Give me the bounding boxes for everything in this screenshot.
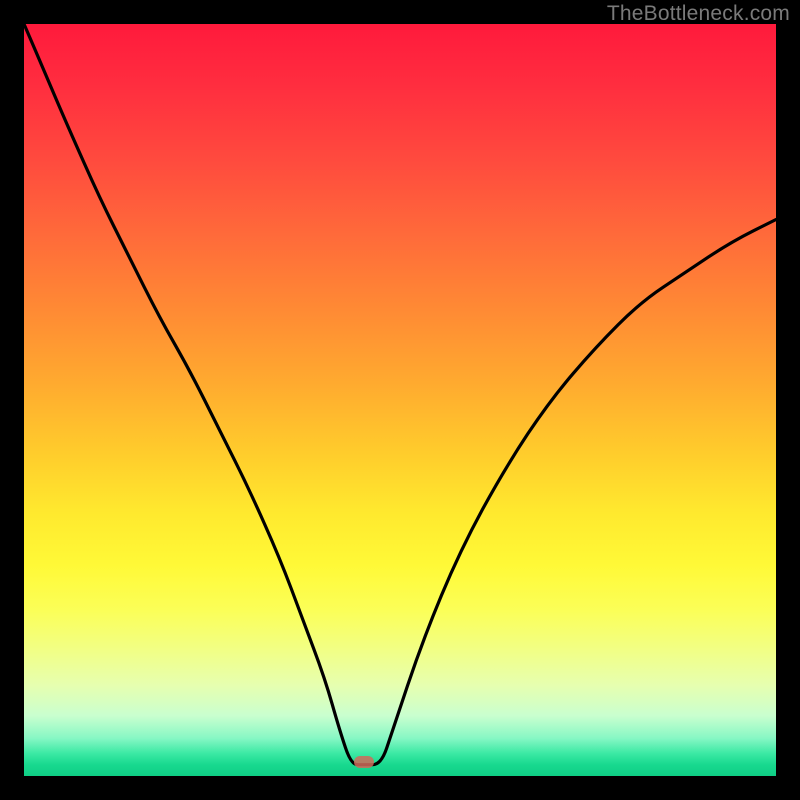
optimum-marker [354, 756, 374, 768]
bottleneck-curve [24, 24, 776, 776]
watermark-text: TheBottleneck.com [607, 2, 790, 26]
chart-frame: TheBottleneck.com [0, 0, 800, 800]
plot-area [24, 24, 776, 776]
